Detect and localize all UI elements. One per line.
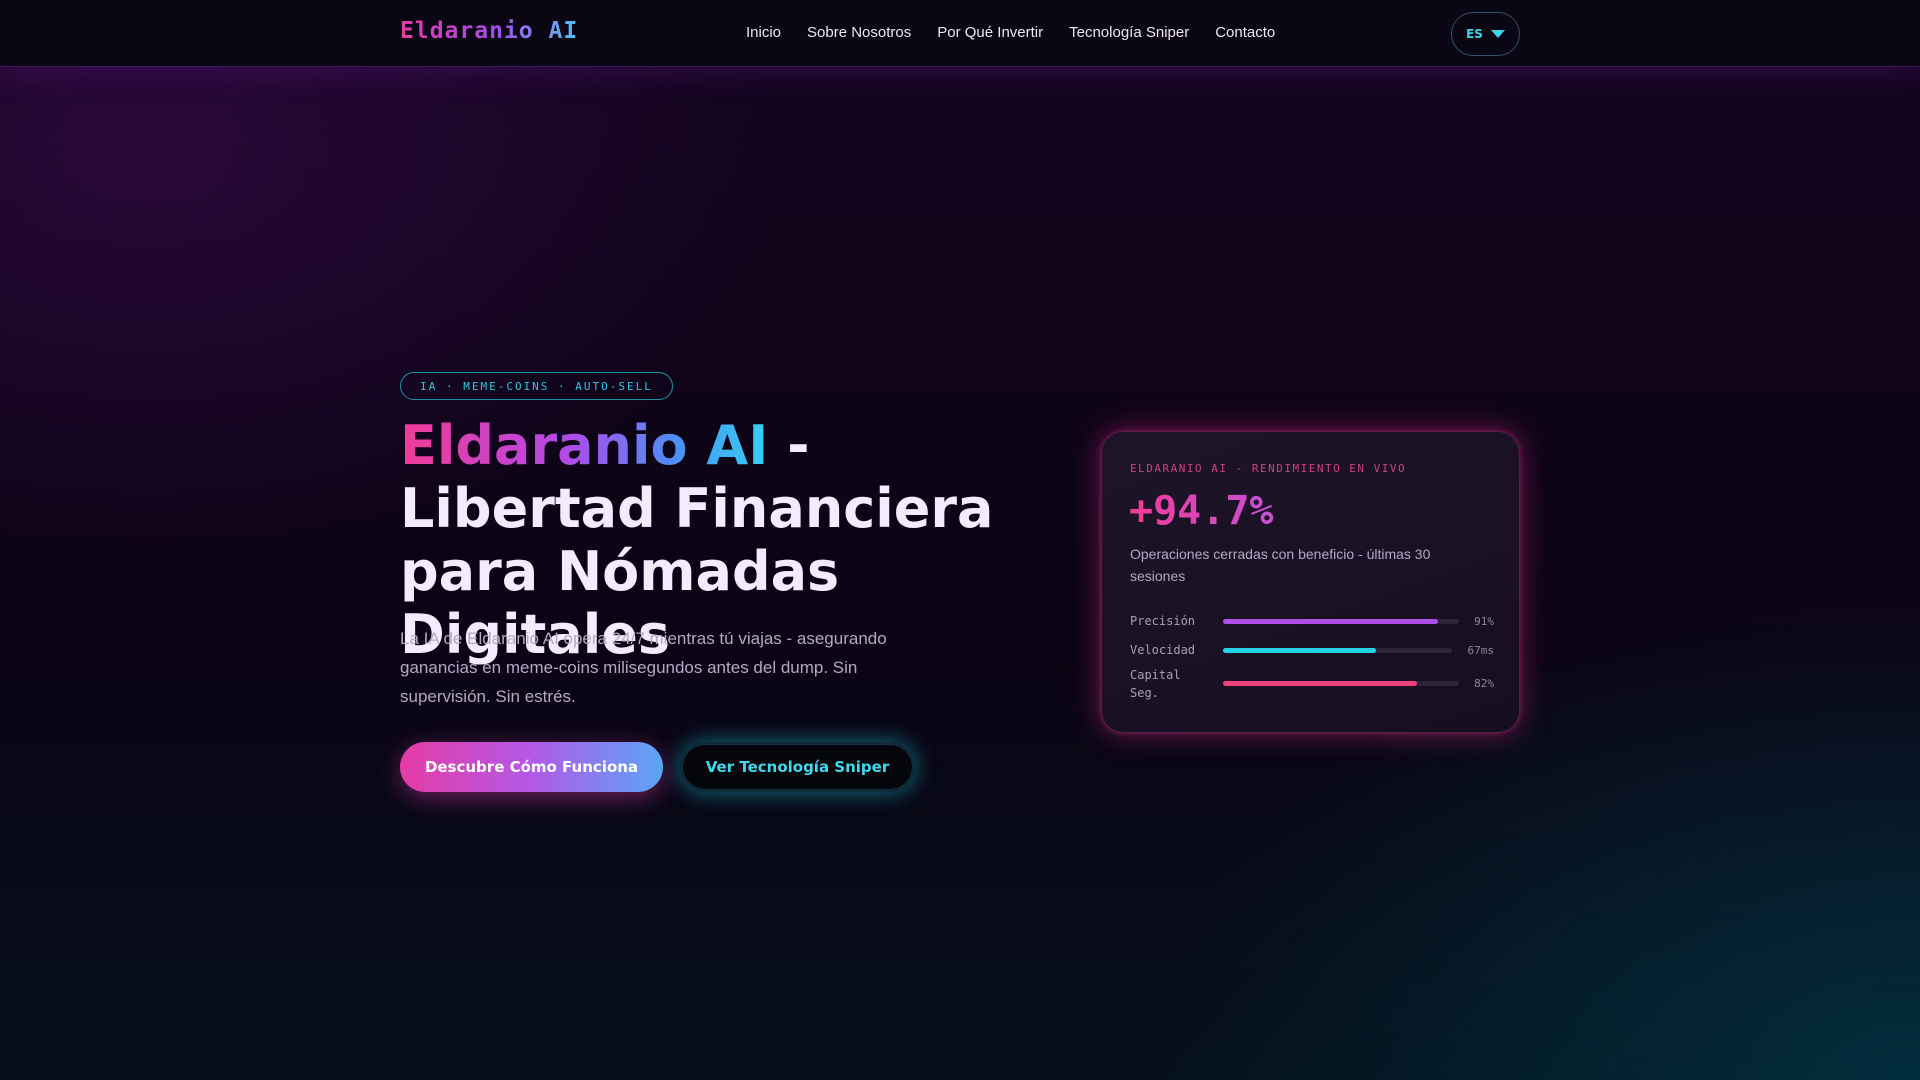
metric-value: 82% <box>1474 677 1494 690</box>
metric-label: Capital Seg. <box>1130 668 1181 700</box>
discover-how-it-works-button[interactable]: Descubre Cómo Funciona <box>400 742 663 792</box>
performance-value: +94.7% <box>1129 488 1274 534</box>
hero-title-brand: Eldaranio AI <box>400 414 769 477</box>
metric-bar-fill <box>1223 681 1417 686</box>
live-performance-card: ELDARANIO AI - RENDIMIENTO EN VIVO +94.7… <box>1101 431 1520 733</box>
metric-label: Precisión <box>1130 614 1196 628</box>
metric-value: 67ms <box>1467 644 1495 657</box>
view-sniper-tech-button[interactable]: Ver Tecnología Sniper <box>680 742 915 792</box>
top-navbar: Eldaranio AI Inicio Sobre Nosotros Por Q… <box>0 0 1920 67</box>
metric-bar-track <box>1223 681 1459 686</box>
nav-link-por-que-invertir[interactable]: Por Qué Invertir <box>937 24 1043 41</box>
nav-link-tecnologia-sniper[interactable]: Tecnología Sniper <box>1069 24 1189 41</box>
nav-links: Inicio Sobre Nosotros Por Qué Invertir T… <box>746 24 1275 41</box>
language-selector[interactable]: ES <box>1451 12 1520 56</box>
nav-link-sobre-nosotros[interactable]: Sobre Nosotros <box>807 24 911 41</box>
metric-value: 91% <box>1474 615 1494 628</box>
metric-capital-seg: Capital Seg. 82% <box>1130 666 1494 702</box>
metric-label: Velocidad <box>1130 643 1196 657</box>
metric-bar-fill <box>1223 619 1438 624</box>
brand-logo[interactable]: Eldaranio AI <box>400 18 578 44</box>
metric-bar-fill <box>1223 648 1377 653</box>
hero-tag-badge: IA · MEME-COINS · AUTO-SELL <box>400 372 673 400</box>
card-description: Operaciones cerradas con beneficio - últ… <box>1130 546 1431 584</box>
metric-bar-track <box>1223 648 1452 653</box>
language-code: ES <box>1466 27 1483 41</box>
card-label: ELDARANIO AI - RENDIMIENTO EN VIVO <box>1130 462 1407 475</box>
hero-subtitle: La IA de Eldaranio AI opera 24/7 mientra… <box>400 629 887 706</box>
nav-link-inicio[interactable]: Inicio <box>746 24 781 41</box>
metric-precision: Precisión 91% <box>1130 612 1494 642</box>
nav-link-contacto[interactable]: Contacto <box>1215 24 1275 41</box>
metric-bar-track <box>1223 619 1459 624</box>
chevron-down-icon <box>1490 30 1505 38</box>
